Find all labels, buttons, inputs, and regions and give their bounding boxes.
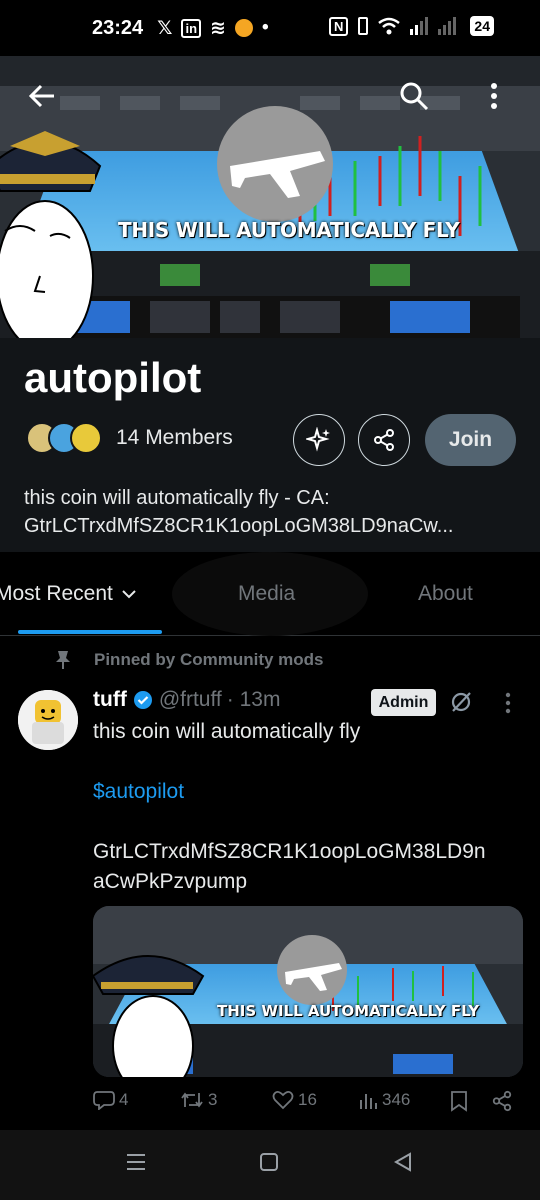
share-button[interactable] [358, 414, 410, 466]
post-image-art [93, 906, 523, 1077]
system-nav-bar [0, 1130, 540, 1200]
chevron-down-icon [122, 590, 136, 599]
back-arrow-icon [28, 84, 54, 108]
author-name[interactable]: tuff [93, 688, 127, 712]
no-notifications-icon [451, 692, 471, 712]
nfc-icon: N [329, 16, 349, 36]
reply-count: 4 [119, 1090, 129, 1109]
back-nav-button[interactable] [393, 1152, 413, 1177]
post-image[interactable]: THIS WILL AUTOMATICALLY FLY [93, 906, 523, 1077]
tab-label: Most Recent [0, 582, 113, 605]
back-button[interactable] [22, 76, 62, 116]
contract-address: GtrLCTrxdMfSZ8CR1K1oopLoGM38LD9n aCwPkPz… [93, 837, 486, 897]
share-icon [492, 1090, 512, 1112]
share-post-button[interactable] [491, 1090, 517, 1112]
join-button[interactable]: Join [425, 414, 516, 466]
community-name: autopilot [24, 354, 202, 401]
member-avatar [70, 422, 102, 454]
repost-button[interactable]: 3 [180, 1090, 217, 1110]
more-vertical-icon [505, 692, 511, 714]
community-header: autopilot 14 Members Join this coin will… [0, 338, 540, 552]
like-icon [272, 1090, 294, 1110]
avatar-image [18, 690, 78, 750]
more-button[interactable] [474, 76, 514, 116]
contract-address-line: GtrLCTrxdMfSZ8CR1K1oopLoGM38LD9n [93, 840, 486, 863]
grok-button[interactable] [293, 414, 345, 466]
community-description: this coin will automatically fly - CA: G… [24, 484, 524, 540]
recents-button[interactable] [126, 1152, 146, 1177]
description-line: this coin will automatically fly - CA: [24, 487, 330, 509]
reply-button[interactable]: 4 [93, 1090, 128, 1110]
battery-icon: 24 [470, 16, 494, 36]
post-time: · 13m [226, 688, 281, 711]
banner-caption: THIS WILL AUTOMATICALLY FLY [118, 218, 460, 242]
bookmark-icon [451, 1091, 467, 1112]
search-button[interactable] [394, 76, 434, 116]
description-line: GtrLCTrxdMfSZ8CR1K1oopLoGM38LD9naCw... [24, 515, 454, 537]
views-icon [360, 1094, 377, 1109]
signal-icon [410, 17, 457, 35]
share-icon [374, 429, 394, 451]
post-more-button[interactable] [505, 692, 511, 719]
pinned-label: Pinned by Community mods [94, 650, 324, 669]
status-bar: 23:24 𝕏 in ≋ • N 24 [0, 0, 540, 56]
post-image-caption: THIS WILL AUTOMATICALLY FLY [217, 1002, 480, 1020]
like-button[interactable]: 16 [272, 1090, 317, 1110]
author-avatar[interactable] [18, 690, 78, 750]
status-time: 23:24 [92, 16, 144, 39]
community-banner: THIS WILL AUTOMATICALLY FLY [0, 56, 540, 338]
views-button[interactable]: 346 [358, 1090, 410, 1110]
cashtag-link[interactable]: $autopilot [93, 777, 184, 807]
post-actions: 4 3 16 346 [93, 1090, 523, 1120]
repost-count: 3 [208, 1090, 218, 1109]
contract-address-line: aCwPkPzvpump [93, 870, 248, 893]
recents-icon [127, 1154, 145, 1170]
view-count: 346 [382, 1090, 411, 1109]
app-badge-icon [234, 19, 253, 37]
post-header: tuff @frtuff · 13m [93, 688, 280, 712]
bookmark-button[interactable] [450, 1090, 472, 1112]
dot-icon: • [261, 17, 269, 38]
x-app-icon: 𝕏 [157, 17, 173, 39]
active-tab-indicator [18, 630, 162, 634]
more-vertical-icon [491, 83, 497, 109]
notifications-button[interactable] [449, 690, 473, 719]
vibrate-icon [358, 17, 369, 35]
repost-icon [181, 1092, 203, 1108]
notification-icons: 𝕏 in ≋ • [157, 17, 268, 40]
verified-icon [133, 691, 152, 709]
linkedin-icon: in [181, 18, 202, 38]
app-icon: ≋ [210, 17, 226, 39]
post-text-line: this coin will automatically fly [93, 720, 361, 743]
tab-media[interactable]: Media [238, 582, 295, 606]
search-icon [400, 82, 429, 111]
members-count: 14 Members [116, 426, 233, 449]
system-icons: N 24 [329, 16, 494, 36]
home-button[interactable] [259, 1152, 279, 1177]
pin-icon [56, 651, 70, 669]
wifi-icon [378, 17, 401, 35]
home-icon [260, 1153, 278, 1171]
sparkle-icon [306, 427, 330, 452]
like-count: 16 [298, 1090, 317, 1109]
back-triangle-icon [393, 1152, 411, 1172]
tab-about[interactable]: About [418, 582, 473, 606]
pinned-indicator: Pinned by Community mods [54, 650, 324, 670]
tab-most-recent[interactable]: Most Recent [0, 582, 137, 606]
reply-icon [93, 1091, 115, 1110]
banner-image [0, 56, 540, 338]
author-handle[interactable]: @frtuff [159, 688, 222, 712]
tab-bar: Most Recent Media About [0, 552, 540, 636]
members-row[interactable]: 14 Members [26, 422, 233, 454]
admin-badge: Admin [371, 689, 436, 716]
